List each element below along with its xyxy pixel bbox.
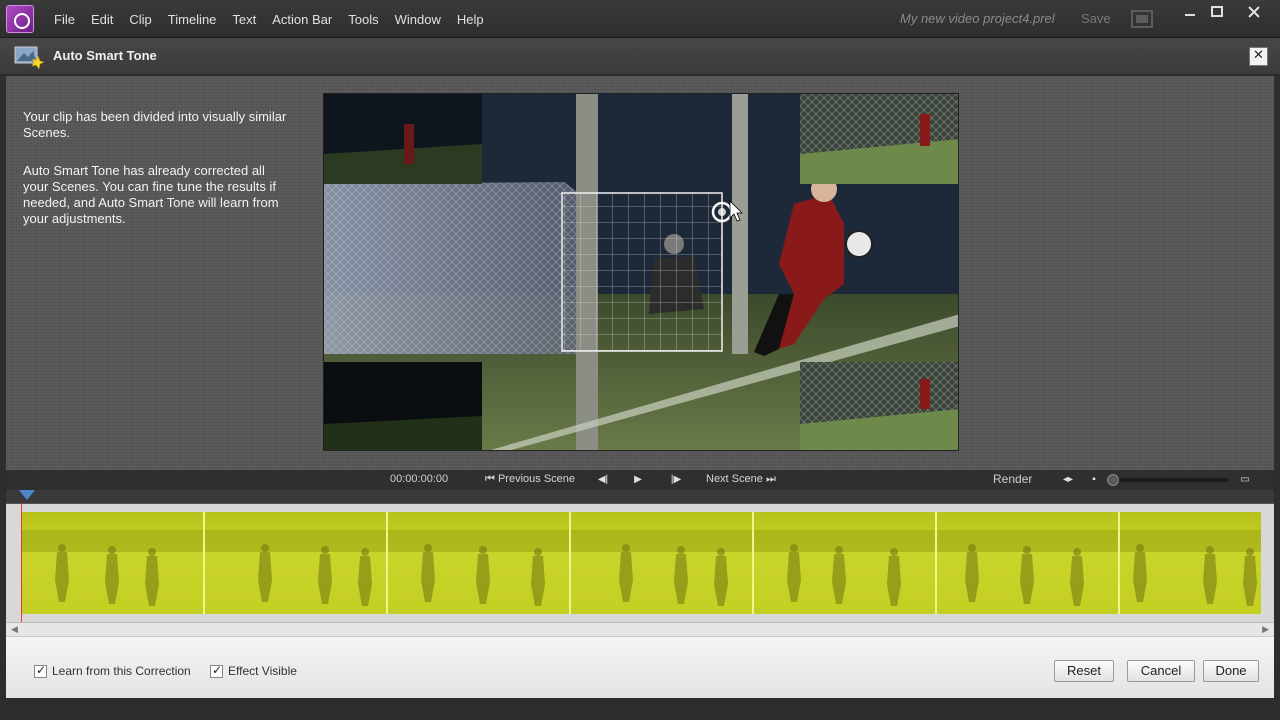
menu-clip[interactable]: Clip xyxy=(121,12,159,27)
learn-checkbox-label: Learn from this Correction xyxy=(52,664,191,678)
intro-text: Your clip has been divided into visually… xyxy=(23,109,293,249)
previous-scene-button[interactable]: ⏮ Previous Scene xyxy=(485,473,575,486)
preview-frame xyxy=(324,94,958,450)
thumb-top-right xyxy=(800,94,958,184)
timeline-ruler[interactable] xyxy=(6,490,1274,504)
dialog-title: Auto Smart Tone xyxy=(53,48,157,63)
zoom-slider-track[interactable] xyxy=(1108,478,1228,482)
step-back-icon[interactable]: ◀| xyxy=(595,473,611,487)
scene-image xyxy=(754,530,935,606)
menu-file[interactable]: File xyxy=(46,12,83,27)
full-screen-icon[interactable] xyxy=(1131,10,1153,28)
menu-edit[interactable]: Edit xyxy=(83,12,121,27)
large-thumb-icon[interactable]: ▭ xyxy=(1237,473,1253,487)
effect-checkbox-box[interactable] xyxy=(210,663,223,678)
learn-from-correction-checkbox[interactable]: Learn from this Correction xyxy=(34,663,191,678)
next-scene-icon: ⏭ xyxy=(765,473,776,485)
menu-help[interactable]: Help xyxy=(449,12,492,27)
learn-checkbox-box[interactable] xyxy=(34,663,47,678)
minimize-icon[interactable] xyxy=(1179,4,1201,20)
playhead-icon[interactable] xyxy=(19,490,35,500)
smart-tone-icon xyxy=(14,44,45,70)
project-name: My new video project4.prel xyxy=(900,11,1055,26)
scene-thumbnail[interactable] xyxy=(22,512,205,614)
scene-thumbnail[interactable] xyxy=(571,512,754,614)
zoom-slider-knob[interactable] xyxy=(1107,474,1119,486)
small-thumb-icon[interactable]: ▪ xyxy=(1086,473,1102,487)
scene-image xyxy=(22,530,203,606)
thumb-top-left xyxy=(324,94,482,184)
menu-window[interactable]: Window xyxy=(387,12,449,27)
scene-thumbnail[interactable] xyxy=(937,512,1120,614)
scene-image xyxy=(937,530,1118,606)
intro-paragraph-1: Your clip has been divided into visually… xyxy=(23,109,287,140)
scene-strip-area xyxy=(6,504,1274,622)
menu-bar: File Edit Clip Timeline Text Action Bar … xyxy=(0,0,1280,38)
scene-thumbnail[interactable] xyxy=(205,512,388,614)
scene-thumbnail[interactable] xyxy=(1120,512,1261,614)
bottom-panel: Learn from this Correction Effect Visibl… xyxy=(6,636,1274,698)
menu-text[interactable]: Text xyxy=(224,12,264,27)
scene-image xyxy=(388,530,569,606)
cancel-button[interactable]: Cancel xyxy=(1127,660,1195,682)
app-window: File Edit Clip Timeline Text Action Bar … xyxy=(0,0,1280,720)
effect-checkbox-label: Effect Visible xyxy=(228,664,297,678)
transport-bar: 00:00:00:00 ⏮ Previous Scene ◀| ▶ |▶ Nex… xyxy=(6,470,1274,490)
adjustment-grid[interactable] xyxy=(561,192,723,352)
scroll-right-icon[interactable]: ▶ xyxy=(1262,623,1269,637)
thumb-bottom-left xyxy=(324,362,482,450)
playhead-line xyxy=(21,504,22,622)
reset-button[interactable]: Reset xyxy=(1054,660,1114,682)
fit-icon[interactable]: ◂▸ xyxy=(1060,473,1076,487)
effect-visible-checkbox[interactable]: Effect Visible xyxy=(210,663,297,678)
save-button[interactable]: Save xyxy=(1081,11,1111,26)
scroll-left-icon[interactable]: ◀ xyxy=(11,623,18,637)
scene-image xyxy=(1120,530,1261,606)
step-forward-icon[interactable]: |▶ xyxy=(668,473,684,487)
scene-thumbnail[interactable] xyxy=(754,512,937,614)
scene-image xyxy=(205,530,386,606)
intro-paragraph-2: Auto Smart Tone has already corrected al… xyxy=(23,163,279,226)
status-bar xyxy=(0,698,1280,720)
previous-scene-label: Previous Scene xyxy=(497,473,576,485)
menu-action-bar[interactable]: Action Bar xyxy=(264,12,340,27)
menu-tools[interactable]: Tools xyxy=(340,12,386,27)
horizontal-scrollbar[interactable]: ◀ ▶ xyxy=(6,622,1274,636)
main-panel: Your clip has been divided into visually… xyxy=(6,76,1274,470)
play-icon[interactable]: ▶ xyxy=(630,473,646,487)
scene-image xyxy=(571,530,752,606)
dialog-close-button[interactable]: ✕ xyxy=(1249,47,1268,66)
timecode: 00:00:00:00 xyxy=(390,473,449,485)
next-scene-label: Next Scene xyxy=(706,473,763,485)
render-button[interactable]: Render xyxy=(993,472,1032,486)
done-button[interactable]: Done xyxy=(1203,660,1259,682)
menu-timeline[interactable]: Timeline xyxy=(160,12,225,27)
dialog-header: Auto Smart Tone ✕ xyxy=(0,38,1280,75)
close-icon[interactable] xyxy=(1243,4,1265,20)
video-preview[interactable] xyxy=(323,93,959,451)
thumb-bottom-right xyxy=(800,362,958,450)
app-logo-icon[interactable] xyxy=(6,5,34,33)
previous-scene-icon: ⏮ xyxy=(485,473,495,485)
maximize-icon[interactable] xyxy=(1206,4,1228,20)
next-scene-button[interactable]: Next Scene ⏭ xyxy=(706,473,776,486)
main-menu: File Edit Clip Timeline Text Action Bar … xyxy=(46,0,492,38)
scene-thumbnail[interactable] xyxy=(388,512,571,614)
scene-strip xyxy=(22,512,1261,614)
